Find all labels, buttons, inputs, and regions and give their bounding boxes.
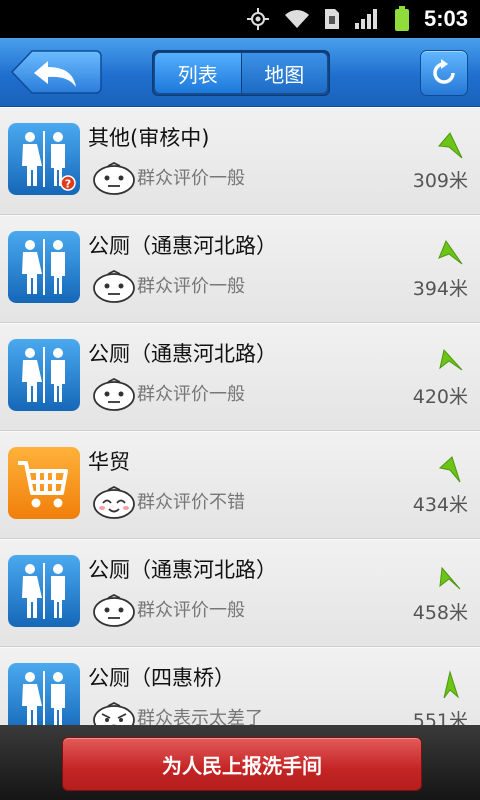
item-rating: 群众评价一般	[137, 276, 245, 297]
toilet-icon: ?	[8, 123, 80, 195]
view-switch: 列表 地图	[152, 50, 330, 96]
refresh-button[interactable]	[420, 50, 468, 96]
gps-icon	[246, 7, 270, 31]
item-rating: 群众评价一般	[137, 384, 245, 405]
toilet-icon	[8, 663, 80, 725]
item-distance: 309米	[412, 170, 468, 192]
back-button[interactable]	[10, 49, 102, 95]
battery-icon	[394, 6, 410, 32]
mascot-face-icon	[92, 377, 136, 416]
toilet-icon	[8, 555, 80, 627]
mascot-happy-face-icon	[92, 485, 136, 524]
list-item[interactable]: 华贸 群众评价不错 434米	[0, 431, 480, 539]
item-rating: 群众评价一般	[137, 168, 245, 189]
shopping-cart-icon	[8, 447, 80, 519]
tab-map[interactable]: 地图	[241, 53, 327, 93]
signal-icon	[354, 8, 380, 30]
direction-arrow-icon	[436, 130, 466, 164]
status-bar: 5:03	[0, 0, 480, 38]
direction-arrow-icon	[436, 562, 466, 596]
list-item[interactable]: 公厕（四惠桥） 群众表示太差了 551米	[0, 647, 480, 725]
list-item[interactable]: 公厕（通惠河北路） 群众评价一般 458米	[0, 539, 480, 647]
item-distance: 394米	[412, 278, 468, 300]
direction-arrow-icon	[436, 670, 466, 704]
item-rating: 群众表示太差了	[137, 708, 263, 725]
toilet-icon	[8, 231, 80, 303]
item-name: 其他(审核中)	[88, 126, 210, 150]
toilet-list: ? 其他(审核中) 群众评价一般 309米 公厕（通惠河北路） 群众评价一般 3…	[0, 107, 480, 725]
item-distance: 551米	[412, 710, 468, 725]
list-item[interactable]: ? 其他(审核中) 群众评价一般 309米	[0, 107, 480, 215]
direction-arrow-icon	[436, 346, 466, 380]
item-name: 华贸	[88, 450, 130, 474]
list-item[interactable]: 公厕（通惠河北路） 群众评价一般 420米	[0, 323, 480, 431]
direction-arrow-icon	[436, 238, 466, 272]
item-distance: 420米	[412, 386, 468, 408]
item-name: 公厕（通惠河北路）	[88, 342, 277, 366]
status-time: 5:03	[423, 6, 468, 31]
item-name: 公厕（四惠桥）	[88, 666, 235, 690]
item-distance: 434米	[412, 494, 468, 516]
item-name: 公厕（通惠河北路）	[88, 234, 277, 258]
bottom-bar: 为人民上报洗手间	[0, 725, 480, 800]
mascot-face-icon	[92, 593, 136, 632]
item-distance: 458米	[412, 602, 468, 624]
top-toolbar: 列表 地图	[0, 38, 480, 107]
mascot-face-icon	[92, 161, 136, 200]
mascot-angry-face-icon	[92, 701, 136, 725]
mascot-face-icon	[92, 269, 136, 308]
wifi-icon	[284, 8, 310, 30]
refresh-icon	[433, 59, 455, 84]
list-item[interactable]: 公厕（通惠河北路） 群众评价一般 394米	[0, 215, 480, 323]
report-toilet-button[interactable]: 为人民上报洗手间	[62, 737, 422, 791]
item-rating: 群众评价一般	[137, 600, 245, 621]
sim-icon	[324, 8, 340, 30]
direction-arrow-icon	[436, 454, 466, 488]
item-name: 公厕（通惠河北路）	[88, 558, 277, 582]
item-rating: 群众评价不错	[137, 492, 245, 513]
toilet-icon	[8, 339, 80, 411]
tab-list[interactable]: 列表	[155, 53, 242, 93]
svg-text:?: ?	[65, 178, 71, 191]
